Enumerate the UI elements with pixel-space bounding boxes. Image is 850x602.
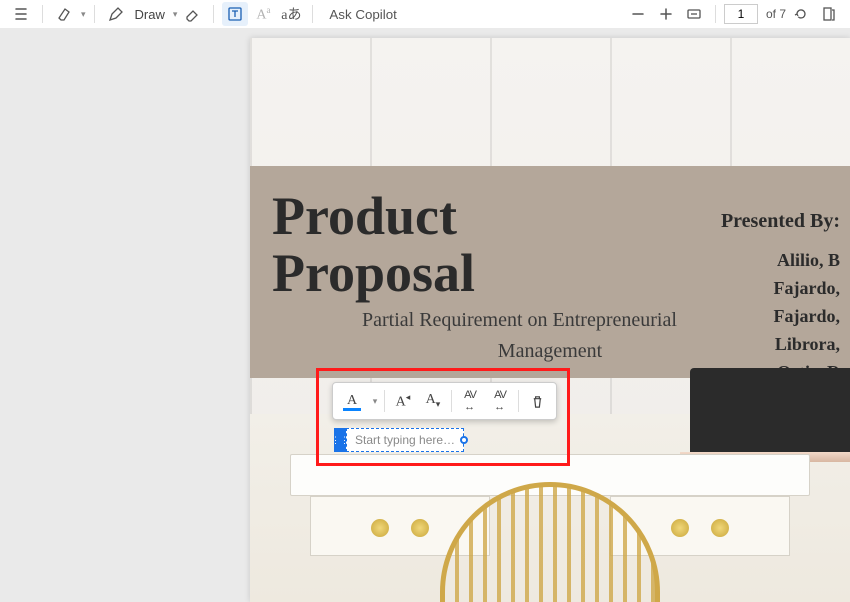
pen-button[interactable] xyxy=(103,2,129,26)
divider xyxy=(312,5,313,23)
divider xyxy=(451,390,452,412)
increase-spacing-button[interactable]: AV↔ xyxy=(455,387,485,415)
text-format-toolbar: A ▾ A◂ A▾ AV↔ AV↔ xyxy=(332,382,557,420)
delete-text-button[interactable] xyxy=(522,387,552,415)
ask-copilot-button[interactable]: Ask Copilot xyxy=(321,2,404,26)
plus-icon xyxy=(658,6,674,22)
laptop-graphic xyxy=(690,368,850,454)
decrease-spacing-button[interactable]: AV↔ xyxy=(485,387,515,415)
page-view-button[interactable] xyxy=(816,2,842,26)
rotate-icon xyxy=(793,6,809,22)
copilot-label: Ask Copilot xyxy=(329,7,396,22)
divider xyxy=(213,5,214,23)
minus-icon xyxy=(630,6,646,22)
presented-by-block: Presented By: Alilio, B Fajardo, Fajardo… xyxy=(721,210,840,386)
drag-handle[interactable] xyxy=(334,428,346,452)
spacing-decrease-icon: AV↔ xyxy=(494,389,506,413)
highlighter-button[interactable] xyxy=(51,2,77,26)
page-view-icon xyxy=(821,6,837,22)
decrease-font-button[interactable]: A▾ xyxy=(418,387,448,415)
translate-button[interactable]: aあ xyxy=(278,2,304,26)
author-name: Alilio, B xyxy=(721,247,840,275)
font-color-icon: A xyxy=(347,393,357,409)
text-entry-container[interactable]: Start typing here… xyxy=(334,428,468,452)
decrease-font-icon: A▾ xyxy=(426,392,441,410)
chevron-down-icon[interactable]: ▾ xyxy=(81,9,86,20)
font-style-button: Aa xyxy=(250,2,276,26)
zoom-in-button[interactable] xyxy=(653,2,679,26)
pdf-page[interactable]: Product Proposal Partial Requirement on … xyxy=(250,38,850,602)
fit-icon xyxy=(686,6,702,22)
divider xyxy=(715,5,716,23)
draw-label[interactable]: Draw xyxy=(135,7,165,22)
main-toolbar: ▾ Draw ▾ Aa aあ Ask Copilot xyxy=(0,0,850,28)
trash-icon xyxy=(530,394,545,409)
document-stage: Product Proposal Partial Requirement on … xyxy=(0,28,850,602)
rotate-button[interactable] xyxy=(788,2,814,26)
text-input-placeholder[interactable]: Start typing here… xyxy=(346,428,464,452)
divider xyxy=(384,390,385,412)
table-of-contents-button[interactable] xyxy=(8,2,34,26)
font-color-swatch xyxy=(343,408,361,411)
font-color-button[interactable]: A xyxy=(337,387,367,415)
page-total-label: of 7 xyxy=(766,7,786,21)
sidebar-panel xyxy=(0,28,250,602)
page-number-input[interactable] xyxy=(724,4,758,24)
eraser-button[interactable] xyxy=(179,2,205,26)
author-name: Fajardo, xyxy=(721,275,840,303)
divider xyxy=(94,5,95,23)
increase-font-button[interactable]: A◂ xyxy=(388,387,418,415)
chevron-down-icon[interactable]: ▾ xyxy=(173,9,178,20)
fit-width-button[interactable] xyxy=(681,2,707,26)
author-name: Fajardo, xyxy=(721,303,840,331)
font-color-dropdown[interactable]: ▾ xyxy=(367,387,381,415)
add-text-button[interactable] xyxy=(222,2,248,26)
eraser-icon xyxy=(184,6,200,22)
divider xyxy=(42,5,43,23)
zoom-out-button[interactable] xyxy=(625,2,651,26)
font-icon: Aa xyxy=(256,5,270,24)
spacing-increase-icon: AV↔ xyxy=(464,389,476,413)
chevron-down-icon: ▾ xyxy=(373,396,378,407)
presented-by-label: Presented By: xyxy=(721,210,840,233)
pen-icon xyxy=(108,6,124,22)
author-name: Librora, xyxy=(721,331,840,359)
text-box-icon xyxy=(227,6,243,22)
increase-font-icon: A◂ xyxy=(396,392,411,411)
highlighter-icon xyxy=(56,6,72,22)
resize-handle[interactable] xyxy=(460,436,468,444)
divider xyxy=(518,390,519,412)
translate-icon: aあ xyxy=(281,4,301,24)
list-icon xyxy=(13,6,29,22)
